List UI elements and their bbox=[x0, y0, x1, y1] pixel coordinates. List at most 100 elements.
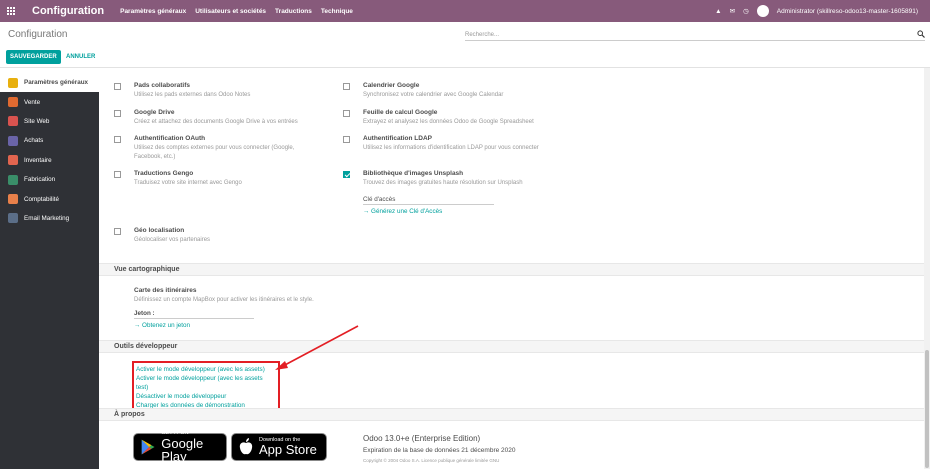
unsplash-key-label: Clé d'accès bbox=[363, 196, 396, 203]
search-icon[interactable] bbox=[917, 29, 925, 40]
sidebar-item-manufacturing[interactable]: Fabrication bbox=[0, 170, 99, 189]
sidebar-item-label: Email Marketing bbox=[24, 214, 70, 222]
activate-dev-mode-tests-link[interactable]: Activer le mode développeur (avec les as… bbox=[136, 374, 276, 392]
version-info: Odoo 13.0+e (Enterprise Edition) Expirat… bbox=[363, 434, 663, 463]
setting-title: Pads collaboratifs bbox=[134, 82, 190, 89]
google-play-icon bbox=[141, 439, 155, 455]
purchase-app-icon bbox=[8, 135, 18, 146]
section-dev-tools: Outils développeur bbox=[99, 340, 924, 353]
setting-description: Utilisez des comptes externes pour vous … bbox=[134, 145, 295, 160]
google-play-badge[interactable]: GET IT ON Google Play bbox=[133, 431, 227, 463]
geolocation-checkbox[interactable] bbox=[114, 228, 121, 235]
setting-title: Feuille de calcul Google bbox=[363, 109, 438, 116]
google-spreadsheet-checkbox[interactable] bbox=[343, 110, 350, 117]
setting-ldap: Authentification LDAP Utilisez les infor… bbox=[363, 135, 563, 153]
generate-key-link[interactable]: Générez une Clé d'Accès bbox=[363, 208, 583, 215]
setting-description: Utilisez les informations d'identificati… bbox=[363, 145, 539, 151]
email-marketing-app-icon bbox=[8, 213, 18, 224]
sidebar-item-email-marketing[interactable]: Email Marketing bbox=[0, 209, 99, 228]
sidebar-item-label: Fabrication bbox=[24, 176, 56, 184]
top-menu: Paramètres généraux Utilisateurs et soci… bbox=[120, 8, 353, 15]
setting-title: Carte des itinéraires bbox=[134, 287, 197, 294]
website-app-icon bbox=[8, 116, 18, 127]
setting-description: Synchronisez votre calendrier avec Googl… bbox=[363, 92, 504, 98]
setting-title: Traductions Gengo bbox=[134, 170, 194, 177]
cancel-button[interactable]: ANNULER bbox=[64, 50, 97, 64]
dev-tools-highlight-box: Activer le mode développeur (avec les as… bbox=[132, 361, 280, 414]
sidebar-item-general-settings[interactable]: Paramètres généraux bbox=[0, 73, 99, 93]
google-drive-checkbox[interactable] bbox=[114, 110, 121, 117]
setting-geolocation: Géo localisation Géolocaliser vos parten… bbox=[134, 227, 314, 245]
unsplash-key-input[interactable] bbox=[363, 204, 494, 205]
search-input[interactable]: Recherche... bbox=[465, 32, 917, 38]
setting-title: Bibliothèque d'images Unsplash bbox=[363, 170, 464, 177]
apps-menu-icon[interactable] bbox=[0, 0, 22, 22]
sales-app-icon bbox=[8, 97, 18, 108]
breadcrumb: Configuration bbox=[8, 29, 68, 40]
sidebar-item-label: Vente bbox=[24, 98, 41, 106]
scrollbar-thumb[interactable] bbox=[925, 350, 929, 468]
unsplash-checkbox[interactable] bbox=[343, 171, 350, 178]
sidebar-item-label: Site Web bbox=[24, 117, 50, 125]
accounting-app-icon bbox=[8, 194, 18, 205]
control-panel: Configuration Recherche... SAUVEGARDER A… bbox=[0, 22, 930, 68]
section-about: À propos bbox=[99, 408, 924, 421]
setting-google-spreadsheet: Feuille de calcul Google Extrayez et ana… bbox=[363, 109, 563, 127]
setting-google-drive: Google Drive Créez et attachez des docum… bbox=[134, 109, 314, 127]
setting-description: Géolocaliser vos partenaires bbox=[134, 237, 211, 243]
setting-oauth: Authentification OAuth Utilisez des comp… bbox=[134, 135, 314, 162]
sidebar-item-label: Inventaire bbox=[24, 156, 52, 164]
expiration-text: Expiration de la base de données 21 déce… bbox=[363, 447, 516, 454]
content-scrollbar[interactable] bbox=[924, 68, 930, 469]
google-calendar-checkbox[interactable] bbox=[343, 83, 350, 90]
bug-icon[interactable]: ▲ bbox=[715, 8, 721, 15]
setting-description: Définissez un compte MapBox pour activer… bbox=[134, 297, 314, 303]
deactivate-dev-mode-link[interactable]: Désactiver le mode développeur bbox=[136, 392, 276, 401]
setting-description: Extrayez et analysez les données Odoo de… bbox=[363, 119, 534, 125]
setting-pads: Pads collaboratifs Utilisez les pads ext… bbox=[134, 82, 314, 100]
setting-description: Trouvez des images gratuites haute résol… bbox=[363, 180, 523, 186]
oauth-checkbox[interactable] bbox=[114, 136, 121, 143]
sidebar-item-inventory[interactable]: Inventaire bbox=[0, 151, 99, 170]
sidebar-item-sales[interactable]: Vente bbox=[0, 92, 99, 111]
setting-gengo: Traductions Gengo Traduisez votre site i… bbox=[134, 170, 314, 188]
inventory-app-icon bbox=[8, 155, 18, 166]
setting-google-calendar: Calendrier Google Synchronisez votre cal… bbox=[363, 82, 563, 100]
section-map-view: Vue cartographique bbox=[99, 263, 924, 276]
manufacturing-app-icon bbox=[8, 174, 18, 185]
menu-translations[interactable]: Traductions bbox=[275, 8, 312, 15]
gengo-checkbox[interactable] bbox=[114, 171, 121, 178]
app-store-badge[interactable]: Download on the App Store bbox=[231, 433, 327, 461]
chat-icon[interactable]: ✉ bbox=[730, 7, 735, 15]
sidebar-item-label: Paramètres généraux bbox=[24, 79, 89, 87]
annotation-arrow bbox=[275, 325, 359, 370]
token-label: Jeton : bbox=[134, 310, 155, 317]
menu-general-settings[interactable]: Paramètres généraux bbox=[120, 8, 186, 15]
setting-title: Google Drive bbox=[134, 109, 175, 116]
menu-technical[interactable]: Technique bbox=[321, 8, 353, 15]
setting-title: Géo localisation bbox=[134, 227, 185, 234]
settings-app-icon bbox=[8, 77, 18, 88]
user-avatar[interactable] bbox=[756, 5, 769, 17]
activate-dev-mode-assets-link[interactable]: Activer le mode développeur (avec les as… bbox=[136, 365, 276, 374]
app-title[interactable]: Configuration bbox=[32, 5, 104, 17]
user-menu[interactable]: Administrator (skillreso-odoo13-master-1… bbox=[777, 8, 918, 15]
app-store-big-text: App Store bbox=[259, 442, 317, 458]
setting-description: Créez et attachez des documents Google D… bbox=[134, 119, 298, 125]
sidebar-item-label: Achats bbox=[24, 137, 44, 145]
settings-content: Pads collaboratifs Utilisez les pads ext… bbox=[99, 68, 924, 469]
sidebar-item-purchase[interactable]: Achats bbox=[0, 131, 99, 150]
pads-checkbox[interactable] bbox=[114, 83, 121, 90]
ldap-checkbox[interactable] bbox=[343, 136, 350, 143]
sidebar-item-website[interactable]: Site Web bbox=[0, 112, 99, 131]
activity-clock-icon[interactable]: ◷ bbox=[743, 7, 749, 15]
save-button[interactable]: SAUVEGARDER bbox=[6, 50, 61, 64]
settings-sidebar: Paramètres généraux Vente Site Web Achat… bbox=[0, 73, 99, 469]
sidebar-item-accounting[interactable]: Comptabilité bbox=[0, 189, 99, 208]
search-box[interactable]: Recherche... bbox=[465, 29, 925, 41]
top-navbar: Configuration Paramètres généraux Utilis… bbox=[0, 0, 930, 22]
menu-users-companies[interactable]: Utilisateurs et sociétés bbox=[195, 8, 266, 15]
setting-description: Traduisez votre site internet avec Gengo bbox=[134, 180, 242, 186]
sidebar-item-label: Comptabilité bbox=[24, 195, 59, 203]
token-input[interactable] bbox=[134, 318, 254, 319]
